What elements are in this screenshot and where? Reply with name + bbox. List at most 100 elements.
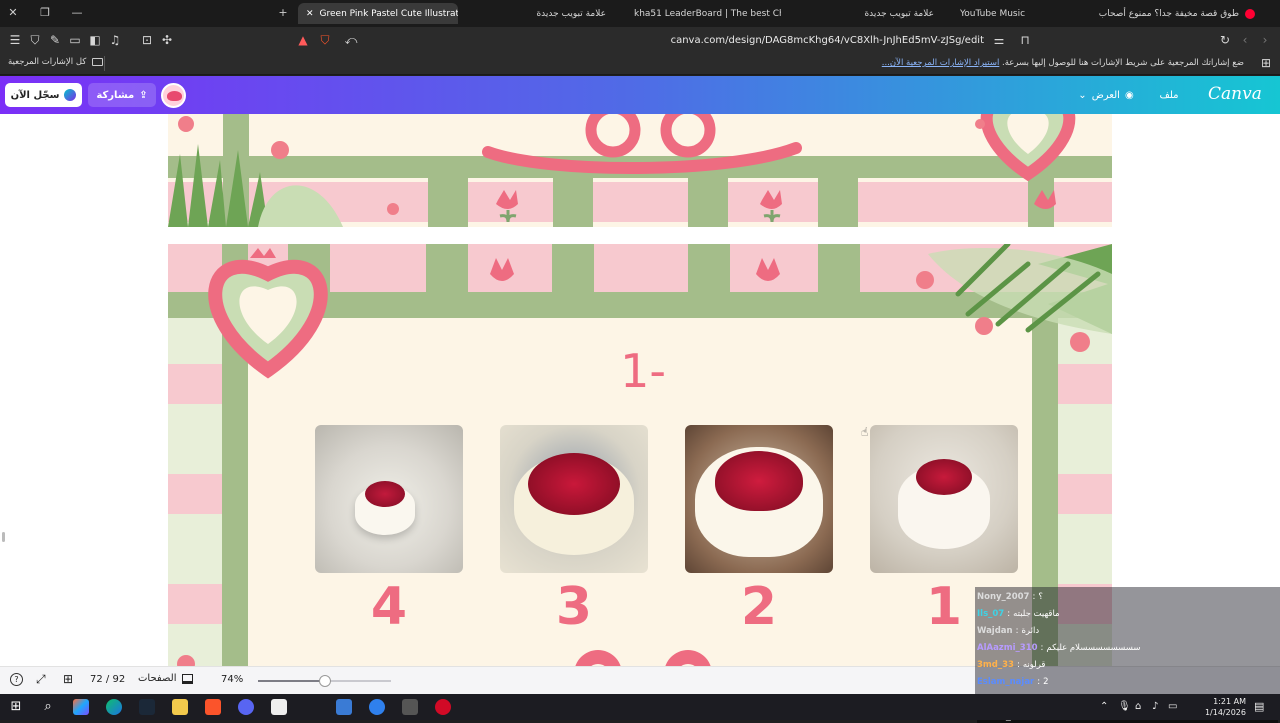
store-icon[interactable] [271,699,287,715]
cake-number-2[interactable]: 2 [685,577,833,637]
edge-icon[interactable] [106,699,122,715]
menu-icon[interactable]: ☰ [8,33,22,47]
signup-button[interactable]: سجّل الآن [5,83,82,107]
share-button[interactable]: مشاركة ⇪ [88,83,156,107]
chat-username: 3md_33 [977,659,1014,670]
notifications-icon[interactable]: ▤ [1254,700,1264,713]
chat-username: Ils_07 [977,608,1005,619]
chat-text: سسسسسسسسلام عليكم [1046,642,1141,653]
all-bookmarks-folder[interactable]: كل الإشارات المرجعية [8,57,104,67]
bookmarks-hint: ضع إشاراتك المرجعية على شريط الإشارات هن… [881,58,1244,68]
clock[interactable]: 1:21 AM 1/14/2026 [1196,696,1246,718]
chat-message: Ils_07: ماقهيت جلبته [977,606,1278,621]
puzzle-icon[interactable]: ✣ [160,33,174,47]
zoom-level[interactable]: 74% [221,674,243,685]
design-workspace: 1- 4 3 2 1 ☝ [0,114,1280,666]
canva-header: سجّل الآن مشاركة ⇪ ⌄ العرض ◉ ملف Canva [0,76,1280,114]
eye-icon: ◉ [1124,89,1134,101]
cake-photo-1[interactable] [870,425,1018,573]
obs-icon[interactable] [435,699,451,715]
help-icon[interactable]: ? [10,673,23,686]
design-page-current[interactable]: 1- 4 3 2 1 [168,244,1112,666]
divider [104,56,105,71]
chevron-up-icon[interactable]: ⌃ [1100,701,1108,712]
tab-new-1[interactable]: علامة تبويب جديدة [530,3,620,24]
side-handle[interactable] [2,532,5,542]
view-menu[interactable]: ⌄ العرض ◉ [1072,83,1140,107]
steam-icon[interactable] [139,699,155,715]
pages-button[interactable]: الصفحات [138,673,194,684]
close-window-icon[interactable]: ✕ [6,6,20,20]
browser-toolbar: ☰ ⛉ ✎ ▭ ◧ ♫ ⊡ ✣ ▲ ⛉ ⤺ canva.com/design/D… [0,27,1280,53]
address-bar[interactable]: canva.com/design/DAG8mcKhg64/vC8Xlh-JnJh… [290,31,1010,50]
tabs-icon[interactable]: ▭ [68,33,82,47]
chat-text: ؟ [1038,591,1043,602]
zoom-slider[interactable] [258,675,391,687]
chat-separator: : [1040,642,1044,653]
tab-new-2[interactable]: علامة تبويب جديدة [858,3,948,24]
copilot-icon[interactable] [73,699,89,715]
network-icon[interactable]: ⌂ [1135,701,1141,712]
apps-grid-icon[interactable]: ⊞ [1259,56,1273,70]
chat-message: AlAazmi_310: سسسسسسسسلام عليكم [977,640,1278,655]
chat-message: Eslam_najar:2 [977,674,1278,689]
close-tab-icon[interactable]: ✕ [306,9,314,19]
new-tab-icon[interactable]: + [276,6,290,20]
canva-logo[interactable]: Canva [1208,84,1262,104]
avatar[interactable] [161,83,186,108]
zoom-slider-thumb[interactable] [318,675,331,687]
file-explorer-icon[interactable] [172,699,188,715]
grid-view-icon[interactable]: ⊞ [63,672,73,686]
mic-icon[interactable]: 🎙 [1118,701,1131,712]
app-icon-1[interactable] [336,699,352,715]
bookmark-icon[interactable]: ⊓ [1018,33,1032,47]
windows-taskbar: ⊞ ⌕ ⌃ 🎙 ⌂ ♪ ▭ 1:21 AM 1/14/2026 ▤ [0,694,1280,720]
chat-username: Nony_2007 [977,591,1030,602]
chat-separator: : [1016,659,1020,670]
app-icon-2[interactable] [369,699,385,715]
mouse-cursor-icon: ☝ [861,425,869,439]
file-menu[interactable]: ملف [1154,83,1184,107]
reload-icon[interactable]: ↻ [1218,33,1232,47]
brave-icon[interactable] [205,699,221,715]
cake-number-3[interactable]: 3 [500,577,648,637]
forward-icon[interactable]: › [1258,33,1272,47]
chat-separator: : [1015,625,1019,636]
back-icon[interactable]: ‹ [1238,33,1252,47]
windows-start-icon[interactable]: ⊞ [8,699,24,715]
cake-photo-4[interactable] [315,425,463,573]
tab-canva-design[interactable]: ✕ Green Pink Pastel Cute Illustrati [298,3,458,24]
page-heading[interactable]: 1- [598,344,688,398]
chat-separator: : [1032,591,1036,602]
tab-youtube-music[interactable]: YouTube Music [952,3,1072,24]
page-counter[interactable]: 72 / 92 [90,674,125,685]
chat-text: 2 [1043,676,1049,687]
site-settings-icon[interactable]: ⚌ [992,33,1006,47]
cake-photo-3[interactable] [500,425,648,573]
discord-icon[interactable] [238,699,254,715]
chat-separator: : [1007,608,1011,619]
fullscreen-icon[interactable]: ⤢ [36,672,46,687]
search-icon[interactable]: ⌕ [40,699,56,715]
import-bookmarks-link[interactable]: استيراد الإشارات المرجعية الآن... [882,58,1000,68]
screenshot-icon[interactable]: ⊡ [140,33,154,47]
cake-photo-2[interactable] [685,425,833,573]
shield-icon[interactable]: ⛉ [28,33,42,47]
sidebar-icon[interactable]: ◧ [88,33,102,47]
chat-message: 3md_33: قرلونه [977,657,1278,672]
folder-icon [92,58,104,66]
pages-panel-icon [182,673,194,684]
volume-icon[interactable]: ♪ [1152,701,1158,712]
tab-leaderboard[interactable]: kha51 LeaderBoard | The best Chatbo [626,3,781,24]
minimize-window-icon[interactable]: — [70,6,84,20]
cake-number-4[interactable]: 4 [315,577,463,637]
restore-window-icon[interactable]: ❐ [38,6,52,20]
chat-text: دائرة [1021,625,1040,636]
settings-icon[interactable] [402,699,418,715]
music-icon[interactable]: ♫ [108,33,122,47]
upload-share-icon: ⇪ [139,89,148,101]
battery-icon[interactable]: ▭ [1168,701,1177,712]
design-page-previous[interactable] [168,114,1112,227]
extensions-icon[interactable]: ✎ [48,33,62,47]
tab-youtube-video[interactable]: طوق قصة مخيفة جدا؟ ممنوع أصحاب [1088,3,1263,24]
